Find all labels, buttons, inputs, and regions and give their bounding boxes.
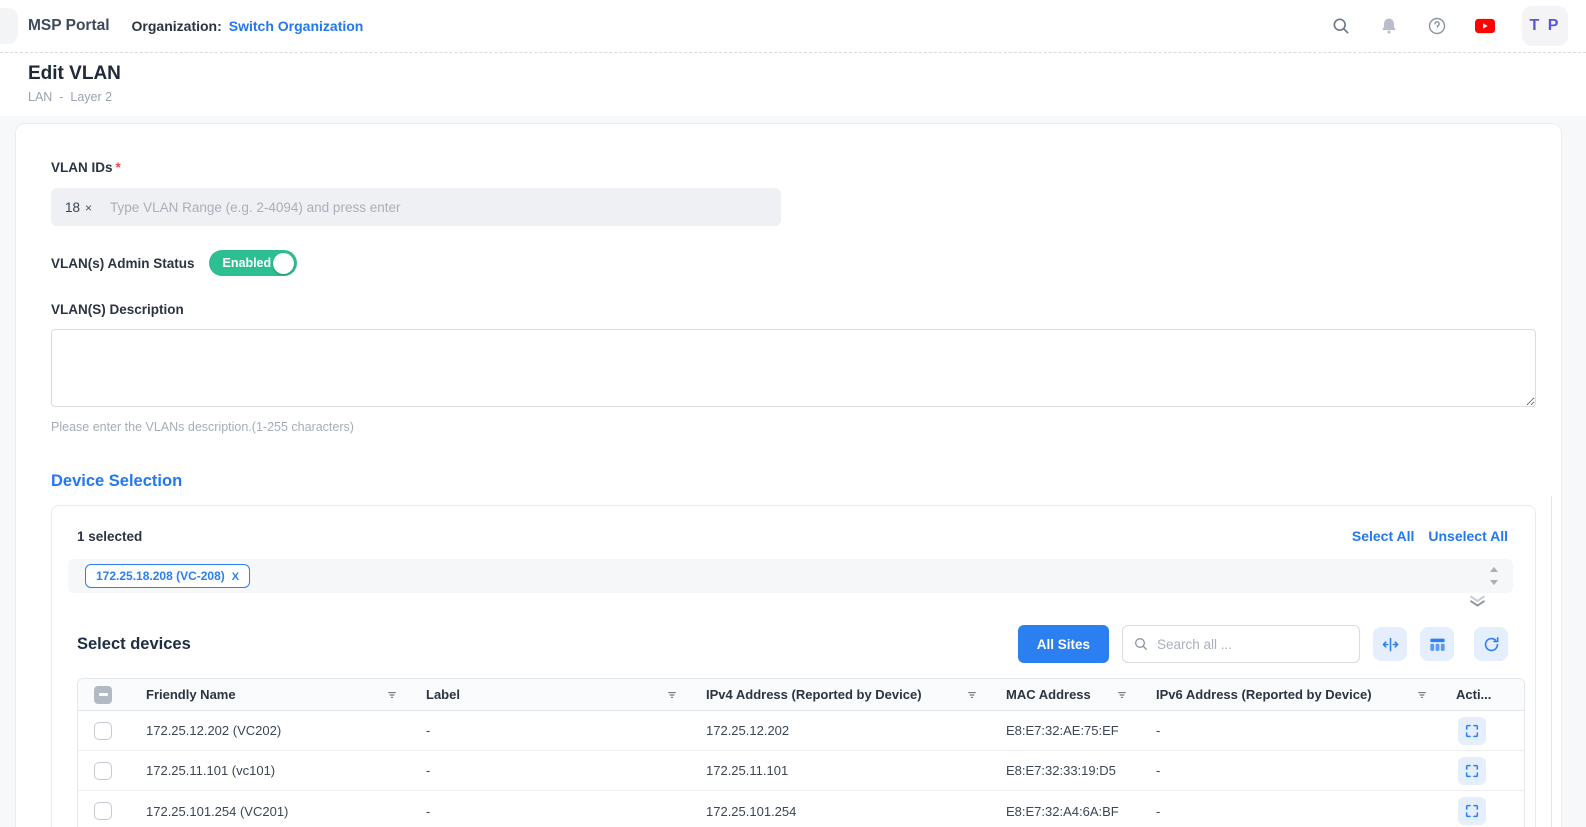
search-icon	[1133, 636, 1149, 652]
table-row: 172.25.101.254 (VC201) - 172.25.101.254 …	[78, 791, 1524, 827]
mac-cell: E8:E7:32:AE:75:EF	[988, 711, 1138, 750]
page-title: Edit VLAN	[28, 63, 1558, 85]
all-sites-button[interactable]: All Sites	[1018, 625, 1109, 663]
col-mac: MAC Address	[988, 679, 1138, 710]
expand-icon	[1464, 803, 1480, 819]
filter-icon[interactable]	[1412, 689, 1426, 701]
device-selection-panel: 1 selected Select All Unselect All 172.2…	[51, 505, 1536, 827]
selected-devices-strip: 172.25.18.208 (VC-208) X	[68, 559, 1513, 593]
brand-title: MSP Portal	[28, 17, 110, 35]
vlan-ids-label: VLAN IDs*	[51, 160, 1534, 175]
selection-summary-row: 1 selected Select All Unselect All	[52, 528, 1535, 544]
device-search-box[interactable]	[1122, 625, 1360, 663]
mac-cell: E8:E7:32:A4:6A:BF	[988, 791, 1138, 827]
ipv6-cell: -	[1138, 751, 1438, 790]
select-all-link[interactable]: Select All	[1352, 528, 1415, 544]
ipv6-cell: -	[1138, 791, 1438, 827]
mac-cell: E8:E7:32:33:19:D5	[988, 751, 1138, 790]
row-checkbox[interactable]	[94, 722, 112, 740]
devices-table: Friendly Name Label IPv4 Address (Report…	[77, 678, 1525, 827]
column-fit-button[interactable]	[1373, 627, 1407, 661]
remove-tag-icon[interactable]: ×	[85, 201, 92, 215]
admin-status-label: VLAN(s) Admin Status	[51, 256, 195, 271]
breadcrumb: LAN - Layer 2	[28, 90, 1558, 104]
chevron-double-down-icon[interactable]	[1469, 595, 1486, 608]
toggle-knob	[273, 253, 294, 274]
device-selection-title: Device Selection	[51, 472, 1534, 491]
friendly-name-cell: 172.25.12.202 (VC202)	[128, 711, 408, 750]
table-columns-button[interactable]	[1420, 627, 1454, 661]
strip-expand-row	[52, 595, 1535, 608]
ipv4-cell: 172.25.101.254	[688, 791, 988, 827]
friendly-name-cell: 172.25.101.254 (VC201)	[128, 791, 408, 827]
select-devices-title: Select devices	[77, 635, 191, 654]
switch-organization-link[interactable]: Switch Organization	[229, 18, 364, 34]
filter-icon[interactable]	[962, 689, 976, 701]
selected-count: 1 selected	[77, 529, 142, 544]
col-ipv4: IPv4 Address (Reported by Device)	[688, 679, 988, 710]
topbar: MSP Portal Organization: Switch Organiza…	[0, 0, 1586, 53]
description-textarea[interactable]	[51, 329, 1536, 407]
expand-icon	[1464, 763, 1480, 779]
organization-label: Organization:	[132, 18, 222, 34]
main-content-area: VLAN IDs* 18 × VLAN(s) Admin Status Enab…	[0, 123, 1586, 827]
friendly-name-cell: 172.25.11.101 (vc101)	[128, 751, 408, 790]
device-search-input[interactable]	[1157, 637, 1349, 652]
row-checkbox[interactable]	[94, 802, 112, 820]
row-checkbox[interactable]	[94, 762, 112, 780]
expand-row-button[interactable]	[1458, 717, 1486, 745]
col-label: Label	[408, 679, 688, 710]
select-devices-toolbar: Select devices All Sites	[52, 622, 1535, 666]
edit-vlan-card: VLAN IDs* 18 × VLAN(s) Admin Status Enab…	[15, 123, 1562, 827]
ipv4-cell: 172.25.11.101	[688, 751, 988, 790]
expand-row-button[interactable]	[1458, 757, 1486, 785]
chip-scroll-up-icon[interactable]	[1490, 567, 1498, 572]
required-asterisk: *	[116, 160, 121, 175]
selected-device-chip[interactable]: 172.25.18.208 (VC-208) X	[85, 564, 250, 588]
bell-icon[interactable]	[1378, 16, 1399, 37]
app-logo	[0, 8, 18, 44]
column-fit-icon	[1381, 635, 1400, 654]
vlan-tag: 18 ×	[65, 200, 92, 215]
table-row: 172.25.11.101 (vc101) - 172.25.11.101 E8…	[78, 751, 1524, 791]
toggle-state-label: Enabled	[223, 256, 272, 270]
admin-status-toggle[interactable]: Enabled	[209, 250, 297, 276]
ipv4-cell: 172.25.12.202	[688, 711, 988, 750]
table-header-row: Friendly Name Label IPv4 Address (Report…	[78, 679, 1524, 711]
col-friendly-name: Friendly Name	[128, 679, 408, 710]
label-cell: -	[408, 751, 688, 790]
avatar[interactable]: T P	[1522, 6, 1568, 46]
refresh-icon	[1482, 635, 1501, 654]
description-hint: Please enter the VLANs description.(1-25…	[51, 420, 1534, 434]
expand-icon	[1464, 723, 1480, 739]
chip-remove-icon[interactable]: X	[232, 571, 239, 583]
description-label: VLAN(S) Description	[51, 302, 1534, 317]
col-actions: Acti...	[1438, 679, 1525, 710]
expand-row-button[interactable]	[1458, 797, 1486, 825]
chip-scroll-down-icon[interactable]	[1490, 580, 1498, 585]
table-row: 172.25.12.202 (VC202) - 172.25.12.202 E8…	[78, 711, 1524, 751]
table-columns-icon	[1428, 635, 1447, 654]
col-ipv6: IPv6 Address (Reported by Device)	[1138, 679, 1438, 710]
filter-icon[interactable]	[662, 689, 676, 701]
filter-icon[interactable]	[382, 689, 396, 701]
vlan-range-field[interactable]	[110, 200, 767, 215]
unselect-all-link[interactable]: Unselect All	[1428, 528, 1508, 544]
search-icon[interactable]	[1330, 16, 1351, 37]
ipv6-cell: -	[1138, 711, 1438, 750]
label-cell: -	[408, 791, 688, 827]
topbar-actions: T P	[1330, 6, 1568, 46]
select-all-checkbox[interactable]	[94, 686, 112, 704]
vlan-ids-input[interactable]: 18 ×	[51, 188, 781, 226]
label-cell: -	[408, 711, 688, 750]
card-scrollbar[interactable]	[1551, 496, 1552, 827]
help-icon[interactable]	[1426, 16, 1447, 37]
page-header: Edit VLAN LAN - Layer 2	[0, 53, 1586, 116]
filter-icon[interactable]	[1112, 689, 1126, 701]
youtube-icon[interactable]	[1474, 16, 1495, 37]
refresh-button[interactable]	[1474, 627, 1508, 661]
admin-status-row: VLAN(s) Admin Status Enabled	[51, 250, 1534, 276]
